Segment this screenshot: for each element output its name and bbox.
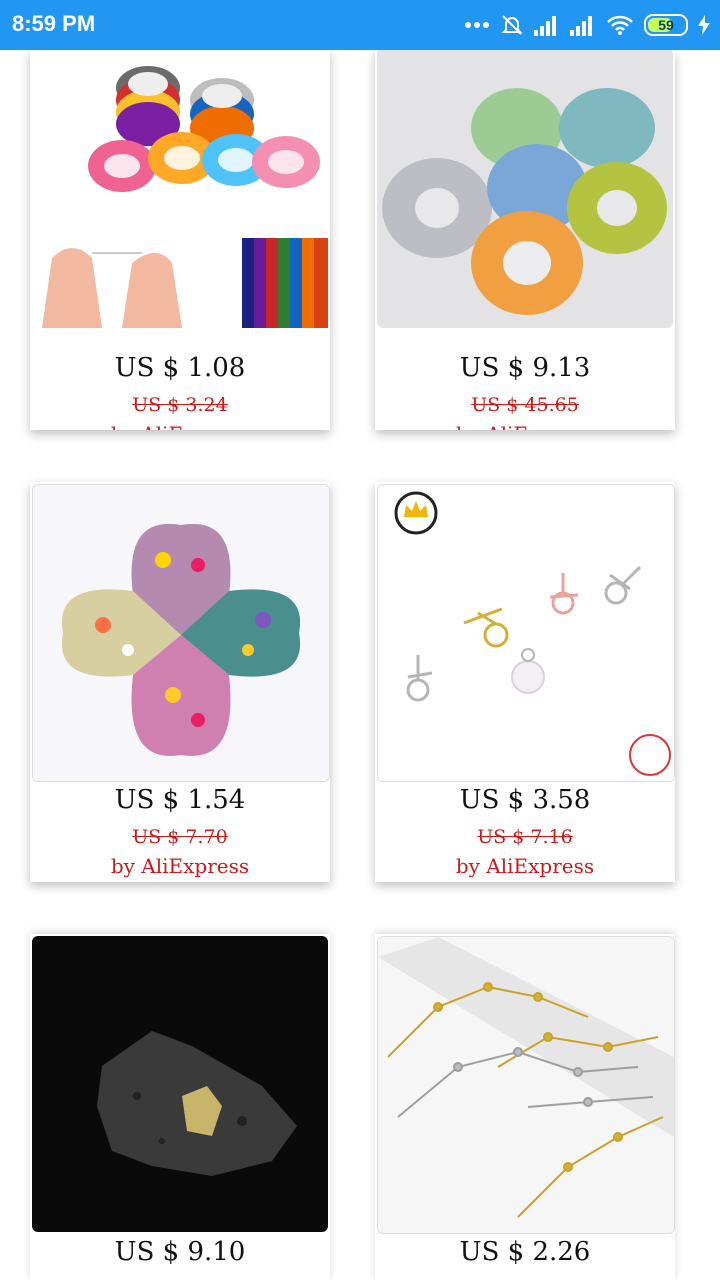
product-card[interactable]: US $ 3.58 US $ 7.16 by AliExpress xyxy=(375,482,675,882)
original-price: US $ 45.65 xyxy=(471,394,579,416)
original-price: US $ 7.70 xyxy=(132,826,228,848)
status-bar: 8:59 PM 59 xyxy=(0,0,720,50)
product-price: US $ 1.08 xyxy=(114,353,246,383)
alarm-off-icon xyxy=(500,13,524,37)
product-image-cord-spools[interactable] xyxy=(377,50,673,328)
seller-label: by AliExpress xyxy=(30,422,330,430)
original-price: US $ 3.24 xyxy=(132,394,228,416)
product-price: US $ 3.58 xyxy=(459,785,591,815)
product-card[interactable]: US $ 9.10 xyxy=(30,934,330,1280)
product-image-star-chain[interactable] xyxy=(377,936,675,1234)
original-price: US $ 7.16 xyxy=(477,826,573,848)
product-price: US $ 9.10 xyxy=(114,1237,246,1267)
seller-label: by AliExpress xyxy=(375,422,675,430)
product-image-pearl-pins[interactable] xyxy=(377,484,675,782)
battery-icon: 59 xyxy=(644,14,688,36)
signal-icon-1 xyxy=(534,14,560,36)
charging-icon xyxy=(698,15,710,35)
status-icons: 59 xyxy=(464,10,710,40)
product-card[interactable]: US $ 1.08 US $ 3.24 by AliExpress xyxy=(30,50,330,430)
product-price: US $ 1.54 xyxy=(114,785,246,815)
more-dots-icon xyxy=(464,21,490,29)
product-card[interactable]: US $ 9.13 US $ 45.65 by AliExpress xyxy=(375,50,675,430)
product-image-dried-flowers[interactable] xyxy=(32,484,330,782)
status-time: 8:59 PM xyxy=(12,11,96,36)
product-price: US $ 2.26 xyxy=(459,1237,591,1267)
product-price: US $ 9.13 xyxy=(459,353,591,383)
product-card[interactable]: US $ 1.54 US $ 7.70 by AliExpress xyxy=(30,482,330,882)
signal-icon-2 xyxy=(570,14,596,36)
product-card[interactable]: US $ 2.26 xyxy=(375,934,675,1280)
battery-level: 59 xyxy=(658,17,674,33)
seller-label: by AliExpress xyxy=(455,854,595,878)
wifi-icon xyxy=(606,14,634,36)
product-image-elastic-thread[interactable] xyxy=(32,50,328,344)
product-image-rock-specimen[interactable] xyxy=(32,936,328,1232)
seller-label: by AliExpress xyxy=(110,854,250,878)
